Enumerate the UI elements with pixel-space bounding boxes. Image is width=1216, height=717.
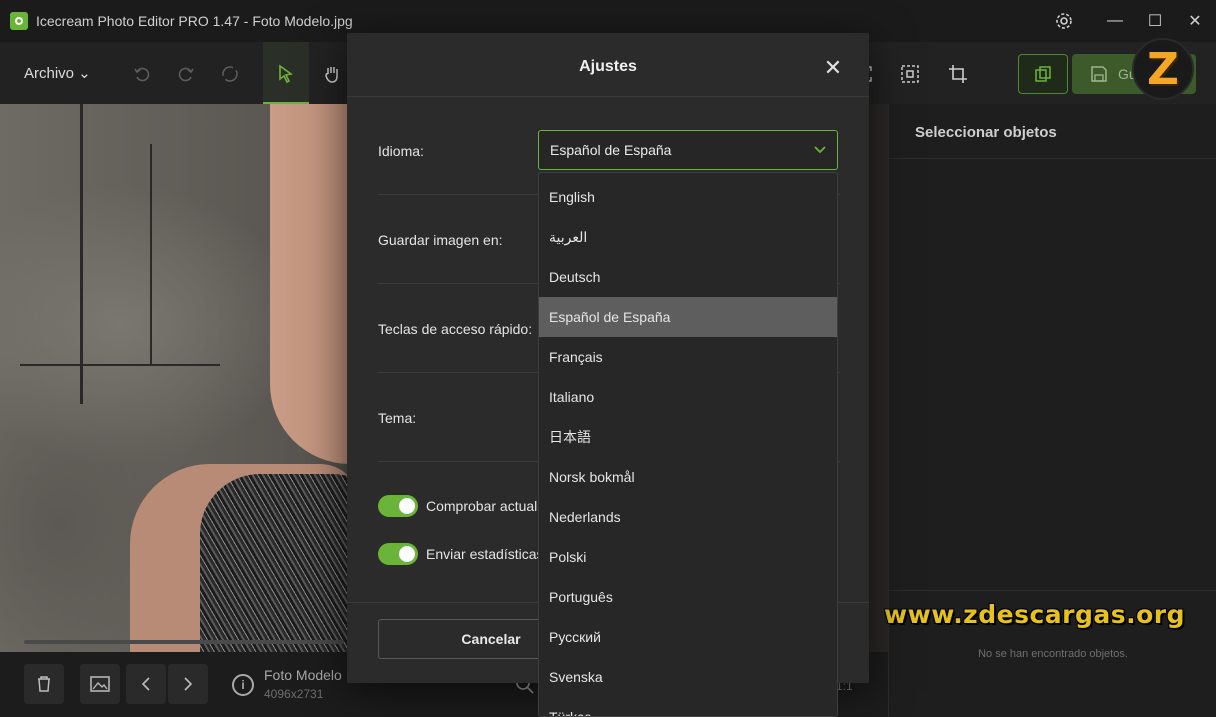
- window-title: Icecream Photo Editor PRO 1.47 - Foto Mo…: [36, 13, 353, 29]
- language-select[interactable]: Español de España: [538, 130, 838, 170]
- language-dropdown-list: English العربية Deutsch Español de España Fr…: [538, 172, 838, 717]
- dialog-title: Ajustes: [579, 58, 637, 75]
- panel-divider: [889, 590, 1216, 591]
- next-image-button[interactable]: [168, 664, 208, 704]
- hand-icon[interactable]: [314, 56, 350, 92]
- image-icon: [90, 676, 110, 692]
- language-option[interactable]: English: [539, 177, 837, 217]
- gallery-button[interactable]: [80, 664, 120, 704]
- check-updates-label: Comprobar actuali: [426, 498, 541, 514]
- language-option[interactable]: Türkçe: [539, 697, 837, 716]
- save-location-label: Guardar imagen en:: [378, 232, 503, 248]
- language-option[interactable]: العربية: [539, 217, 837, 257]
- delete-button[interactable]: [24, 664, 64, 704]
- language-select-value: Español de España: [550, 142, 672, 158]
- wall-crack: [150, 144, 152, 364]
- trash-icon: [38, 676, 50, 692]
- maximize-button[interactable]: ☐: [1142, 8, 1168, 34]
- archivo-menu[interactable]: Archivo ⌄: [24, 64, 91, 82]
- language-option[interactable]: Norsk bokmål: [539, 457, 837, 497]
- language-option[interactable]: Polski: [539, 537, 837, 577]
- send-stats-toggle[interactable]: [378, 543, 418, 565]
- app-window: Icecream Photo Editor PRO 1.47 - Foto Mo…: [0, 0, 1216, 717]
- language-option[interactable]: Français: [539, 337, 837, 377]
- previous-image-button[interactable]: [126, 664, 166, 704]
- chevron-down-icon: [814, 146, 826, 154]
- close-window-button[interactable]: ✕: [1182, 8, 1208, 34]
- dialog-header: Ajustes ✕: [347, 33, 869, 97]
- wall-crack: [80, 104, 83, 404]
- copy-button[interactable]: [1018, 54, 1068, 94]
- panel-title: Seleccionar objetos: [915, 124, 1057, 141]
- crop-icon[interactable]: [940, 56, 976, 92]
- undo-icon[interactable]: [124, 56, 160, 92]
- camera-icon: [10, 12, 28, 30]
- settings-gear-icon[interactable]: [1051, 8, 1077, 34]
- chevron-left-icon: [141, 677, 150, 691]
- language-option[interactable]: Русский: [539, 617, 837, 657]
- language-option[interactable]: Português: [539, 577, 837, 617]
- file-dimensions: 4096x2731: [264, 687, 324, 701]
- watermark-logo: Z: [1132, 38, 1194, 100]
- check-updates-toggle[interactable]: [378, 495, 418, 517]
- horizontal-scrollbar[interactable]: [24, 640, 344, 644]
- language-option[interactable]: Nederlands: [539, 497, 837, 537]
- wall-crack: [20, 364, 220, 366]
- cursor-icon[interactable]: [268, 56, 304, 92]
- floppy-icon: [1091, 66, 1107, 82]
- language-option[interactable]: Español de España: [539, 297, 837, 337]
- no-objects-text: No se han encontrado objetos.: [978, 648, 1128, 660]
- panel-divider: [889, 158, 1216, 159]
- dialog-close-button[interactable]: ✕: [821, 57, 845, 81]
- language-option[interactable]: 日本語: [539, 417, 837, 457]
- info-icon[interactable]: i: [232, 674, 254, 696]
- file-name: Foto Modelo: [264, 667, 342, 683]
- theme-label: Tema:: [378, 410, 417, 426]
- language-option[interactable]: Italiano: [539, 377, 837, 417]
- reset-icon[interactable]: [212, 56, 248, 92]
- minimize-button[interactable]: —: [1102, 8, 1128, 34]
- select-area-icon[interactable]: [892, 56, 928, 92]
- copy-icon: [1035, 66, 1051, 82]
- watermark-url: www.zdescargas.org: [884, 600, 1186, 629]
- hotkeys-label: Teclas de acceso rápido:: [378, 321, 533, 337]
- language-label: Idioma:: [378, 143, 424, 159]
- language-option[interactable]: Deutsch: [539, 257, 837, 297]
- chevron-right-icon: [184, 677, 193, 691]
- redo-icon[interactable]: [168, 56, 204, 92]
- send-stats-label: Enviar estadísticas: [426, 546, 544, 562]
- language-option[interactable]: Svenska: [539, 657, 837, 697]
